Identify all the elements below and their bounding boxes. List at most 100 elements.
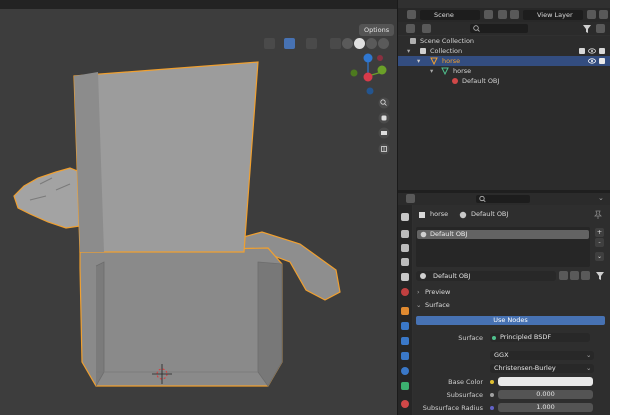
axis-y-icon[interactable] [377, 65, 387, 75]
lower-box-mesh[interactable] [79, 247, 283, 387]
display-mode-icon[interactable] [422, 24, 431, 33]
subsurface-slider[interactable]: 0.000 [498, 390, 593, 399]
outliner-row-label: horse [453, 67, 472, 75]
material-slots-list[interactable]: Default OBJ [416, 227, 590, 267]
delete-view-layer-icon[interactable] [599, 10, 608, 19]
axis-neg-z-icon[interactable] [366, 87, 374, 95]
constraints-tab-icon[interactable] [401, 367, 409, 375]
mesh-triangle-icon [430, 57, 438, 65]
new-collection-icon[interactable] [596, 24, 605, 33]
add-slot-button[interactable]: + [595, 228, 604, 237]
tool-tab-icon[interactable] [401, 213, 409, 221]
slot-menu-chevron-icon[interactable]: ⌄ [595, 252, 604, 261]
view-layer-tab-icon[interactable] [401, 258, 409, 266]
properties-search-input[interactable] [476, 195, 530, 203]
particles-tab-icon[interactable] [401, 337, 409, 345]
scene-header-bar: Scene View Layer [398, 8, 611, 22]
scene-selector[interactable]: Scene [420, 10, 480, 20]
outliner-search-input[interactable] [470, 24, 528, 33]
surface-panel-header[interactable]: ⌄ Surface [413, 300, 611, 312]
material-name-field[interactable]: Default OBJ [416, 271, 556, 281]
physics-tab-icon[interactable] [401, 352, 409, 360]
distribution-value: GGX [494, 351, 509, 359]
outliner-row-horse-mesh[interactable]: ▾ horse [398, 66, 611, 76]
eye-icon[interactable] [588, 58, 596, 64]
breadcrumb-material: Default OBJ [471, 210, 509, 218]
eye-icon[interactable] [588, 48, 596, 54]
data-tab-icon[interactable] [401, 382, 409, 390]
modifier-tab-icon[interactable] [401, 322, 409, 330]
outliner-row-collection[interactable]: ▾ Collection [398, 46, 611, 56]
scene-tab-icon[interactable] [401, 273, 409, 281]
axis-neg-x-icon[interactable] [377, 55, 383, 61]
editor-type-icon[interactable] [406, 194, 415, 203]
material-tab-icon[interactable] [401, 400, 409, 408]
chevron-down-icon[interactable]: ⌄ [598, 194, 604, 202]
outliner-row-material[interactable]: Default OBJ [398, 76, 611, 86]
surface-shader-field[interactable]: Principled BSDF [490, 333, 590, 342]
hand-icon[interactable] [378, 112, 390, 124]
copy-view-layer-icon[interactable] [587, 10, 596, 19]
world-tab-icon[interactable] [401, 288, 409, 296]
copy-scene-icon[interactable] [484, 10, 493, 19]
camera-render-icon[interactable] [599, 58, 605, 64]
editor-type-icon[interactable] [406, 24, 415, 33]
unlink-material-icon[interactable] [581, 271, 590, 280]
camera-render-icon[interactable] [599, 48, 605, 54]
pin-icon[interactable] [594, 210, 602, 219]
zoom-icon[interactable] [378, 97, 390, 109]
checkbox-icon[interactable] [579, 48, 585, 54]
panel-title: Preview [425, 288, 451, 296]
remove-slot-button[interactable]: - [595, 238, 604, 247]
subsurface-radius-label: Subsurface Radius [422, 404, 483, 412]
funnel-icon[interactable] [582, 24, 592, 34]
grid-icon[interactable] [378, 143, 390, 155]
axis-neg-y-icon[interactable] [350, 69, 358, 77]
outliner-row-label: Default OBJ [462, 77, 500, 85]
horse-head-mesh[interactable] [13, 167, 81, 229]
expand-arrow-icon[interactable]: ▾ [407, 46, 410, 56]
delete-scene-icon[interactable] [498, 10, 507, 19]
subsurface-radius-field[interactable]: 1.000 [498, 403, 593, 412]
subsurface-method-dropdown[interactable]: Christensen-Burley ⌄ [490, 364, 594, 373]
expand-arrow-icon[interactable]: ▾ [430, 66, 433, 76]
output-tab-icon[interactable] [401, 244, 409, 252]
scene-canvas[interactable] [0, 0, 397, 415]
fake-user-icon[interactable] [559, 271, 568, 280]
properties-tabs [398, 205, 412, 415]
distribution-dropdown[interactable]: GGX ⌄ [490, 351, 594, 360]
navigation-gizmo[interactable] [350, 53, 387, 95]
axis-x-icon[interactable] [363, 72, 373, 82]
preview-panel-header[interactable]: › Preview [413, 287, 611, 299]
object-tab-icon[interactable] [401, 307, 409, 315]
material-slot-item[interactable]: Default OBJ [417, 230, 589, 239]
outliner: Scene Collection ▾ Collection ▾ horse ▾ … [398, 36, 611, 190]
material-name-label: Default OBJ [433, 272, 471, 280]
collapse-arrow-icon: › [417, 288, 420, 296]
scene-icon[interactable] [407, 10, 416, 19]
outliner-row-scene-collection[interactable]: Scene Collection [398, 36, 611, 46]
breadcrumb-object: horse [430, 210, 449, 218]
lower-box-right-face [257, 261, 283, 387]
subsurface-label: Subsurface [446, 391, 483, 399]
outliner-row-label: horse [442, 57, 461, 65]
outliner-row-horse-object[interactable]: ▾ horse [398, 56, 611, 66]
surface-shader-value: Principled BSDF [500, 333, 552, 341]
chevron-down-icon: ⌄ [586, 364, 592, 372]
axis-z-icon[interactable] [363, 53, 373, 63]
base-color-swatch[interactable] [498, 377, 593, 386]
use-nodes-button[interactable]: Use Nodes [416, 316, 605, 325]
duplicate-material-icon[interactable] [570, 271, 579, 280]
3d-viewport[interactable]: Options [0, 0, 397, 415]
view-layer-selector[interactable]: View Layer [523, 10, 583, 20]
material-sphere-icon [452, 78, 458, 84]
scene-collection-icon [410, 38, 416, 44]
mesh-triangle-icon [419, 212, 425, 218]
outliner-header [398, 22, 611, 35]
view-layer-icon[interactable] [510, 10, 519, 19]
expand-arrow-icon[interactable]: ▾ [417, 56, 420, 66]
subsurface-radius-value: 1.000 [536, 403, 555, 411]
render-tab-icon[interactable] [401, 230, 409, 238]
camera-icon[interactable] [378, 127, 390, 139]
funnel-icon[interactable] [595, 271, 605, 281]
